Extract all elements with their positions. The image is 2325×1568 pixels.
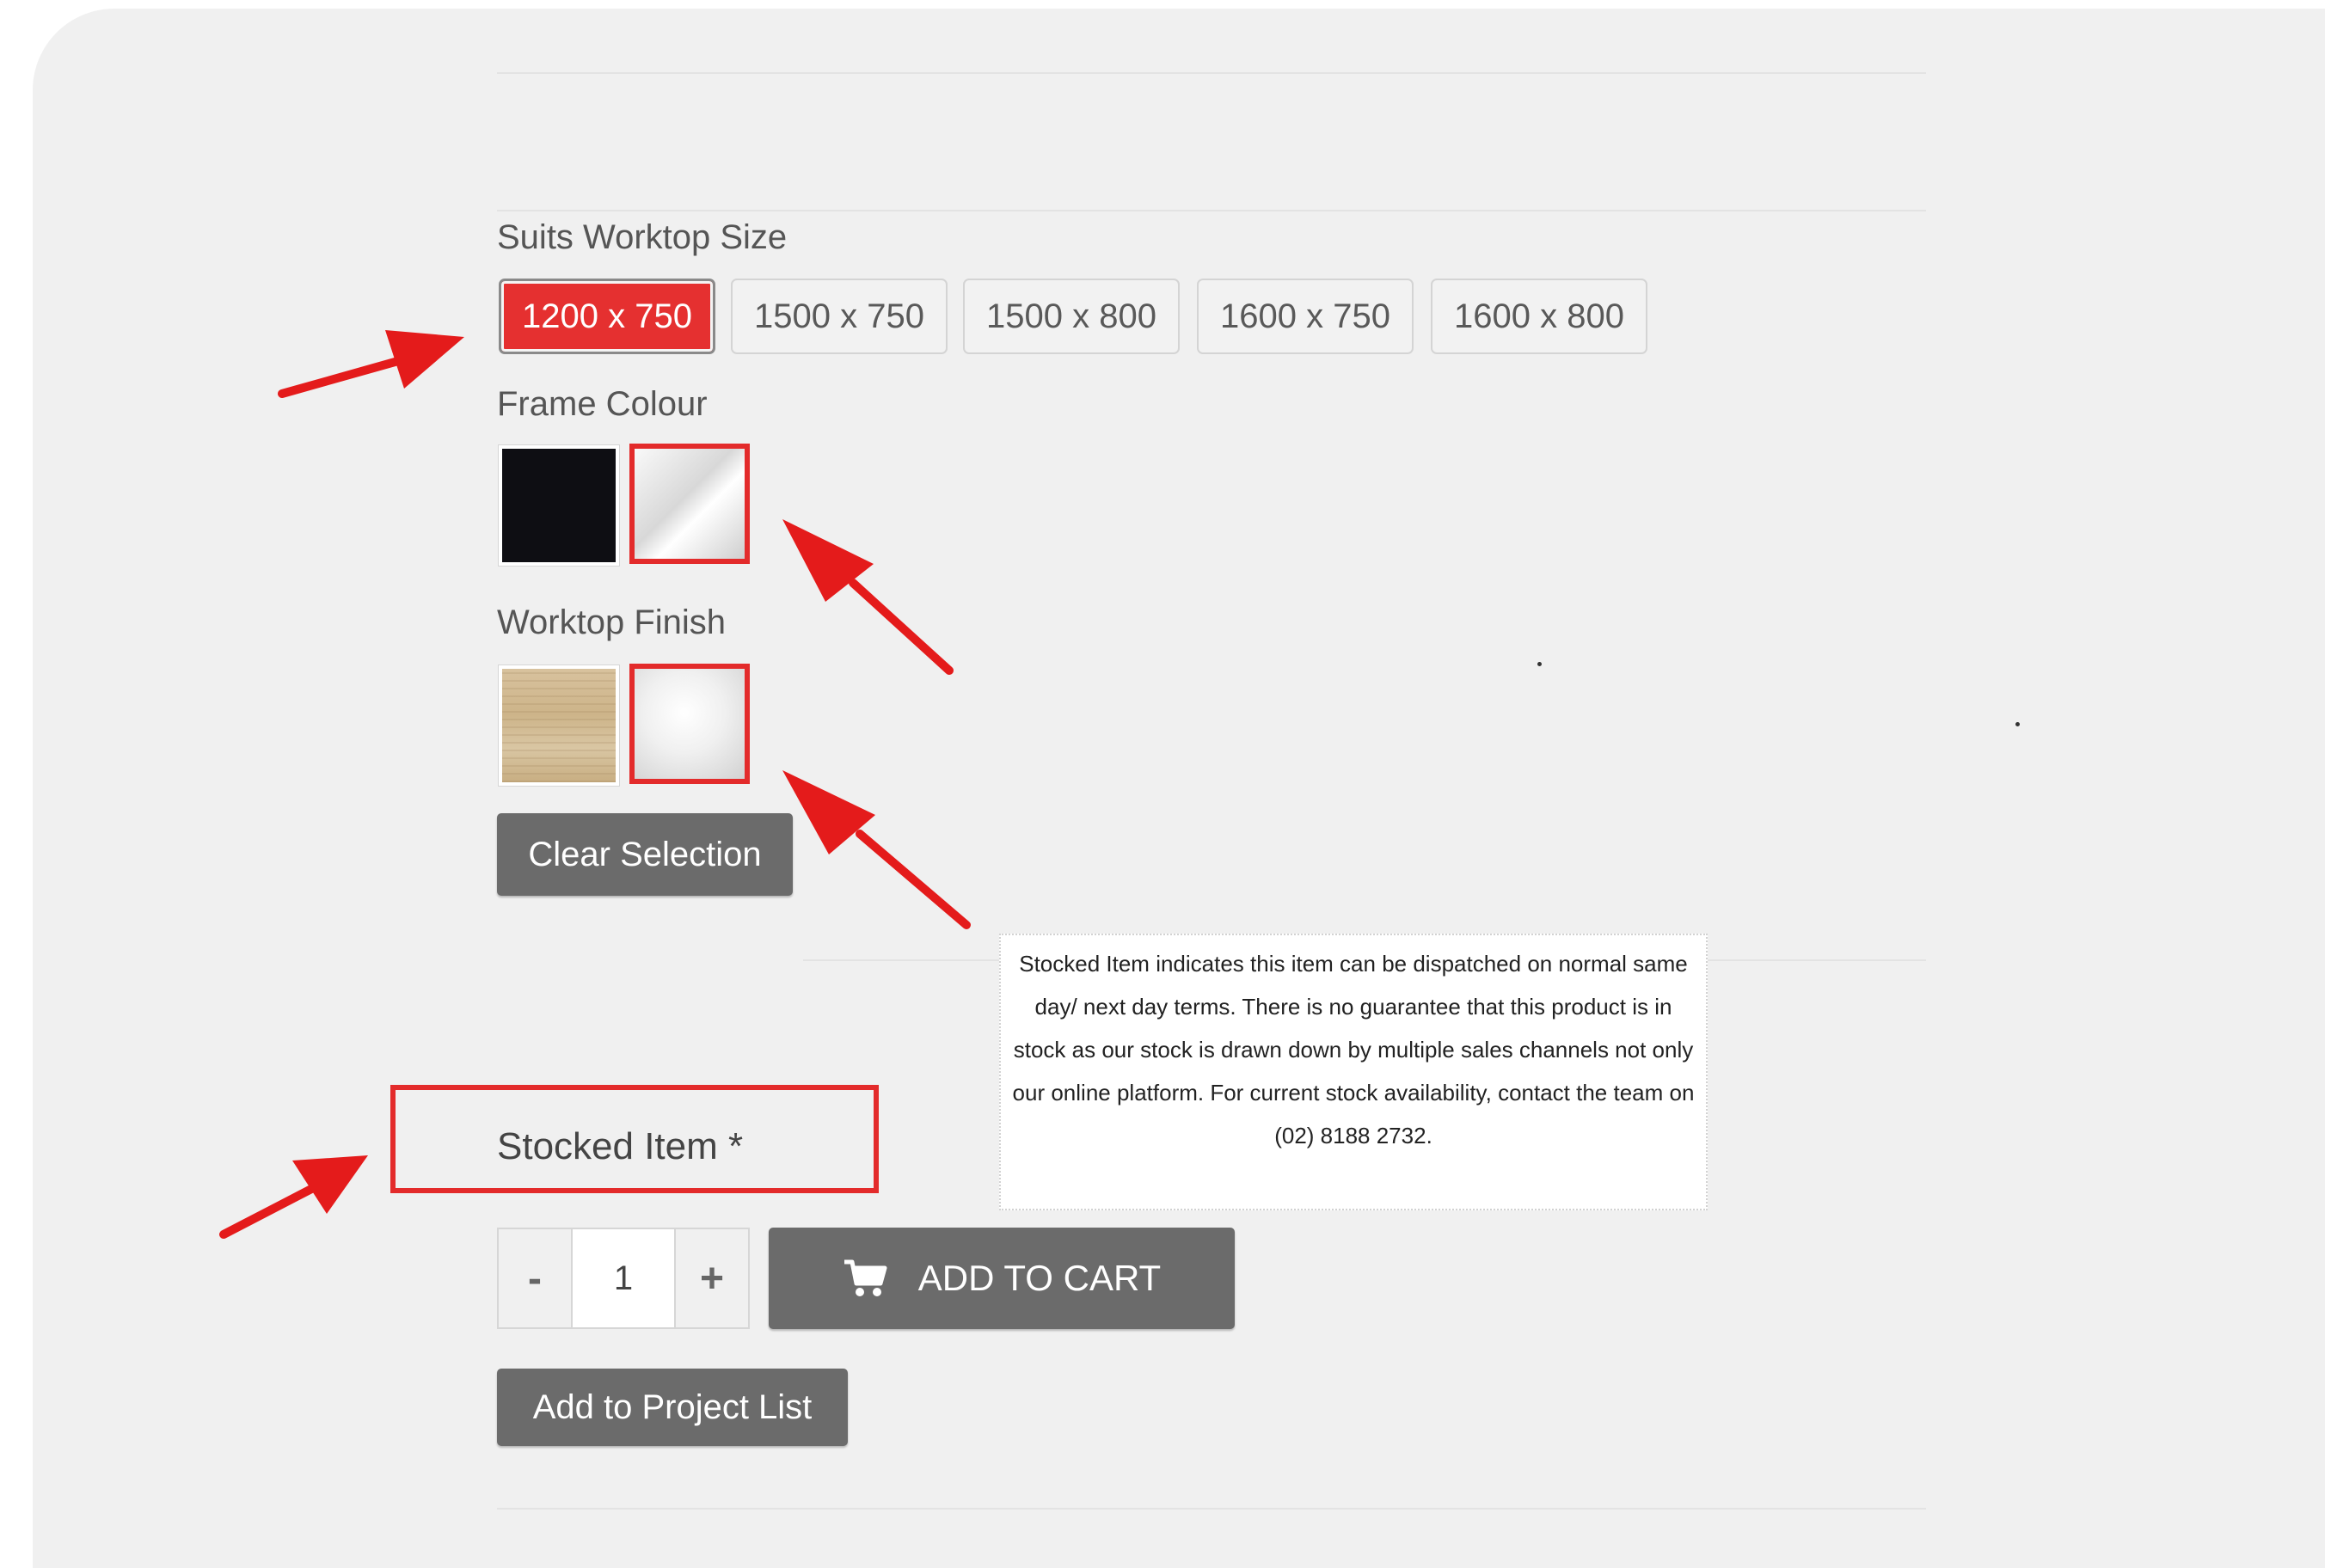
screenshot-stage: Suits Worktop Size 1200 x 750 1500 x 750…: [0, 0, 2325, 1568]
red-arrow-icon: [782, 519, 954, 675]
red-arrow-icon: [782, 770, 971, 929]
red-arrow-icon: [278, 330, 464, 398]
red-arrow-icon: [219, 1155, 368, 1239]
annotation-arrows: [219, 330, 971, 1239]
